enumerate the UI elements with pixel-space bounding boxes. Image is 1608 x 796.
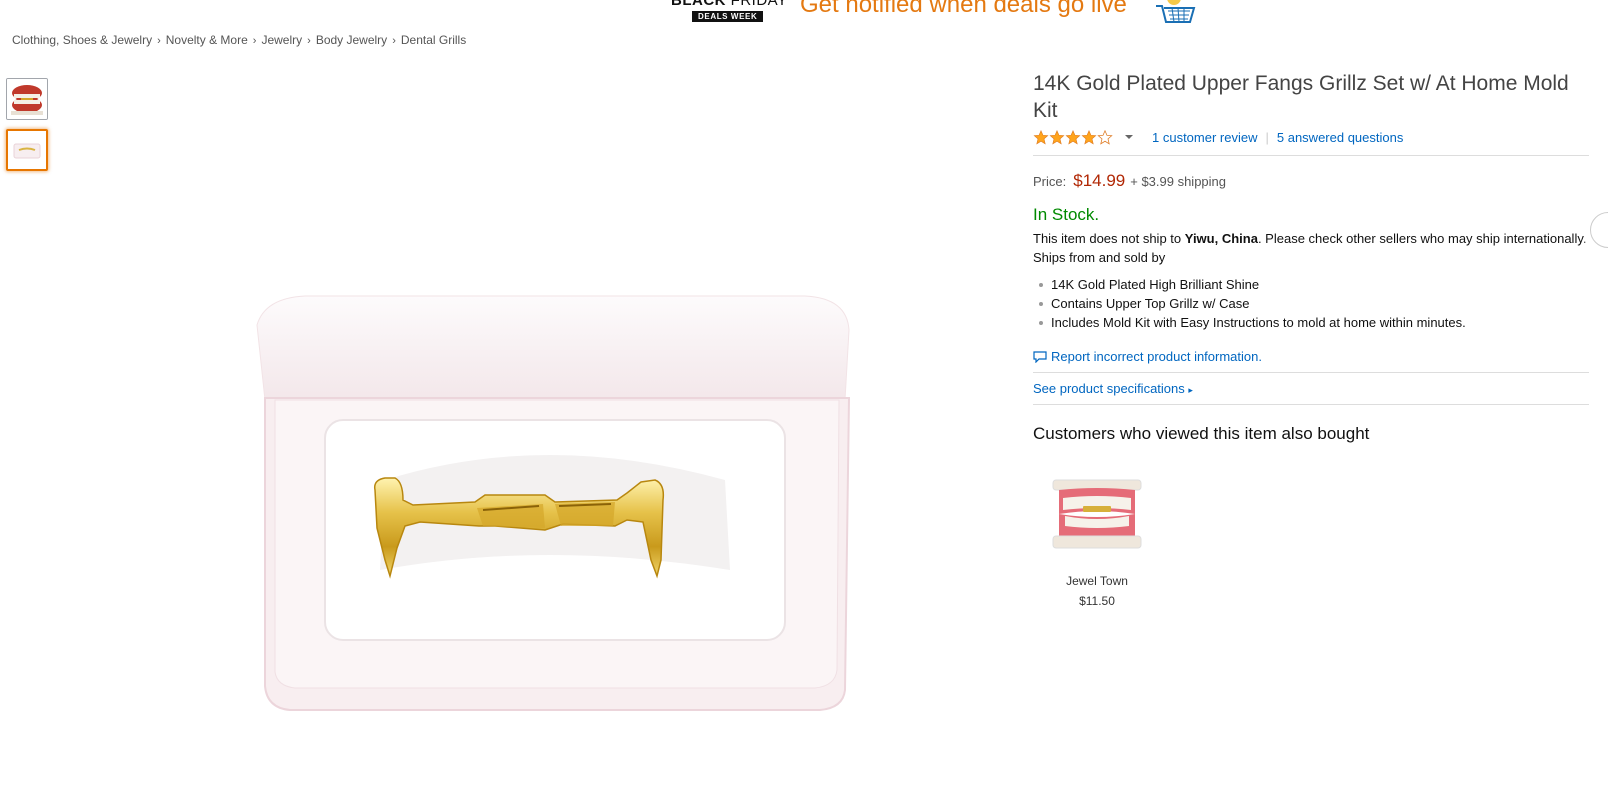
star-full-icon <box>1081 129 1097 145</box>
ship-note-text: . <box>1582 231 1587 246</box>
also-bought-price: $11.50 <box>1079 594 1115 608</box>
answered-questions-link[interactable]: 5 answered questions <box>1277 130 1403 145</box>
feature-bullet: Contains Upper Top Grillz w/ Case <box>1033 294 1589 313</box>
rating-row: 1 customer review | 5 answered questions <box>1033 129 1589 145</box>
price-row: Price: $14.99 + $3.99 shipping <box>1033 171 1589 191</box>
star-full-icon <box>1065 129 1081 145</box>
ships-from: Ships from and sold by <box>1033 250 1166 265</box>
also-bought-heading: Customers who viewed this item also boug… <box>1033 424 1370 443</box>
also-bought-item[interactable]: Jewel Town $11.50 <box>1033 468 1161 608</box>
stock-status: In Stock. <box>1033 205 1100 224</box>
feature-bullet: Includes Mold Kit with Easy Instructions… <box>1033 313 1589 332</box>
black-friday-logo: BLACK FRIDAY <box>671 0 788 9</box>
price-label: Price: <box>1033 174 1067 189</box>
divider <box>1033 372 1589 373</box>
cart-icon <box>1156 0 1196 23</box>
product-details: 14K Gold Plated Upper Fangs Grillz Set w… <box>1033 70 1589 608</box>
breadcrumb-link[interactable]: Novelty & More <box>166 33 248 47</box>
product-specifications-link[interactable]: See product specifications <box>1033 381 1185 396</box>
deals-week-badge: DEALS WEEK <box>692 11 764 22</box>
chevron-right-icon: › <box>392 35 396 47</box>
divider <box>1033 404 1589 405</box>
divider <box>1033 155 1589 156</box>
chevron-right-icon: › <box>252 35 257 47</box>
grillz-case-thumbnail-image <box>8 131 46 169</box>
ship-note-text: This item does not ship to <box>1033 231 1185 246</box>
teeth-model-thumbnail-image <box>7 79 47 119</box>
feature-bullet: 14K Gold Plated High Brilliant Shine <box>1033 275 1589 294</box>
star-empty-icon <box>1097 129 1113 145</box>
shipping-cost: + $3.99 shipping <box>1130 174 1227 189</box>
star-full-icon <box>1049 129 1065 145</box>
breadcrumb-link[interactable]: Dental Grills <box>401 33 466 47</box>
breadcrumb: Clothing, Shoes & Jewelry › Novelty & More… <box>12 33 466 47</box>
black-friday-banner[interactable]: BLACK FRIDAY DEALS WEEK Get notified whe… <box>668 0 1208 26</box>
ship-location: Yiwu, China <box>1184 231 1258 246</box>
customer-review-link[interactable]: 1 customer review <box>1152 130 1257 145</box>
also-bought-brand[interactable]: Jewel Town <box>1033 574 1161 588</box>
product-title: 14K Gold Plated Upper Fangs Grillz Set w… <box>1033 72 1569 122</box>
breadcrumb-link[interactable]: Body Jewelry <box>316 33 387 47</box>
thumbnail-2[interactable] <box>6 129 48 171</box>
carousel-next-button[interactable] <box>1590 212 1608 248</box>
main-product-image[interactable] <box>245 290 867 735</box>
report-info[interactable]: Report incorrect product information. <box>1033 349 1589 364</box>
chevron-right-icon: › <box>157 35 161 47</box>
thumbnail-1[interactable] <box>6 78 48 120</box>
star-full-icon <box>1033 129 1049 145</box>
chevron-right-icon: › <box>307 35 311 47</box>
breadcrumb-link[interactable]: Clothing, Shoes & Jewelry <box>12 33 152 47</box>
separator: | <box>1265 129 1269 145</box>
feature-bullets: 14K Gold Plated High Brilliant Shine Con… <box>1033 275 1589 332</box>
shipping-note: This item does not ship to Yiwu, China. … <box>1033 229 1589 248</box>
ship-note-text: . Please check other sellers who may shi… <box>1257 231 1583 246</box>
specs-row[interactable]: See product specifications ▸ <box>1033 381 1589 396</box>
star-rating[interactable] <box>1033 129 1113 145</box>
caret-down-icon[interactable] <box>1125 134 1133 140</box>
breadcrumb-link[interactable]: Jewelry <box>261 33 302 47</box>
teeth-model-product-image[interactable] <box>1047 468 1147 556</box>
report-incorrect-info-link[interactable]: Report incorrect product information. <box>1051 349 1262 364</box>
banner-message[interactable]: Get notified when deals go live <box>800 0 1127 19</box>
price-value: $14.99 <box>1073 171 1126 190</box>
speech-bubble-icon <box>1033 350 1047 363</box>
caret-right-icon: ▸ <box>1188 385 1193 395</box>
